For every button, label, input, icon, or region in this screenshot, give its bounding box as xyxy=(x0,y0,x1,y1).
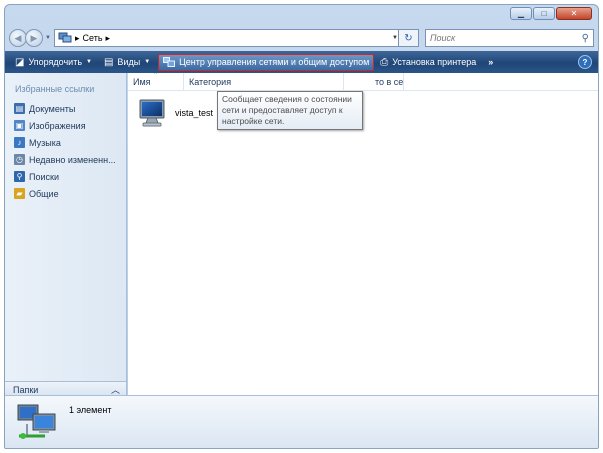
address-bar[interactable]: ▸ Сеть ▸ ▼ xyxy=(53,29,399,47)
printer-icon: ⎙ xyxy=(380,56,389,68)
sidebar-item-documents[interactable]: ▤ Документы xyxy=(5,100,126,117)
column-header-category[interactable]: Категория xyxy=(184,73,344,91)
refresh-icon: ↻ xyxy=(404,32,413,44)
help-button[interactable]: ? xyxy=(578,55,592,69)
address-row: ◀ ▶ ▼ ▸ Сеть ▸ ▼ ↻ ⚲ xyxy=(9,27,594,49)
sidebar-item-searches[interactable]: ⚲ Поиски xyxy=(5,168,126,185)
column-header-name[interactable]: Имя ^ xyxy=(128,73,184,91)
recent-icon: ◷ xyxy=(14,154,25,165)
favorite-links-heading: Избранные ссылки xyxy=(15,84,95,94)
dropdown-arrow-icon: ▼ xyxy=(86,59,92,65)
views-button[interactable]: ▤ Виды ▼ xyxy=(98,51,156,73)
network-center-icon xyxy=(163,57,176,67)
details-pane: 1 элемент xyxy=(5,395,598,448)
sidebar-item-recently-changed[interactable]: ◷ Недавно измененн... xyxy=(5,151,126,168)
views-icon: ▤ xyxy=(103,56,114,68)
column-header-row: Имя ^ Категория то в сети xyxy=(128,73,598,91)
music-icon: ♪ xyxy=(14,137,25,148)
navigation-pane: Избранные ссылки ▤ Документы ▣ Изображен… xyxy=(5,73,127,397)
breadcrumb-separator-icon: ▸ xyxy=(74,32,80,43)
column-header-workgroup[interactable]: то в сети xyxy=(344,73,404,91)
recent-pages-dropdown[interactable]: ▼ xyxy=(45,35,51,41)
close-button[interactable]: ✕ xyxy=(556,7,592,20)
folders-label: Папки xyxy=(13,384,39,395)
item-count: 1 элемент xyxy=(69,405,112,415)
address-dropdown-icon[interactable]: ▼ xyxy=(392,35,398,41)
explorer-window: ▁ □ ✕ ◀ ▶ ▼ ▸ Сеть ▸ ▼ ↻ ⚲ ◪ Упорядочить… xyxy=(4,4,599,449)
forward-arrow-icon: ▶ xyxy=(30,32,38,43)
network-center-tooltip: Сообщает сведения о состоянии сети и пре… xyxy=(217,91,363,130)
network-computer-item[interactable]: vista_test xyxy=(137,98,213,128)
sidebar-item-public[interactable]: ▰ Общие xyxy=(5,185,126,202)
maximize-button[interactable]: □ xyxy=(533,7,555,20)
organize-icon: ◪ xyxy=(15,56,25,68)
breadcrumb-network[interactable]: Сеть xyxy=(82,33,102,43)
back-arrow-icon: ◀ xyxy=(14,32,22,43)
favorite-links-list: ▤ Документы ▣ Изображения ♪ Музыка ◷ Нед… xyxy=(5,100,126,202)
network-small-icon xyxy=(58,32,72,43)
network-icon xyxy=(17,404,56,439)
content-pane: Имя ^ Категория то в сети xyxy=(128,73,598,397)
refresh-button[interactable]: ↻ xyxy=(398,29,419,47)
documents-icon: ▤ xyxy=(14,103,25,114)
search-box[interactable]: ⚲ xyxy=(424,29,594,47)
breadcrumb-separator-icon: ▸ xyxy=(105,32,111,43)
sidebar-item-music[interactable]: ♪ Музыка xyxy=(5,134,126,151)
dropdown-arrow-icon: ▼ xyxy=(144,59,151,65)
organize-button[interactable]: ◪ Упорядочить ▼ xyxy=(9,51,98,73)
window-controls: ▁ □ ✕ xyxy=(510,7,592,20)
computer-icon xyxy=(139,99,165,127)
network-sharing-center-button[interactable]: Центр управления сетями и общим доступом xyxy=(158,53,375,71)
search-input[interactable] xyxy=(429,33,582,43)
minimize-button[interactable]: ▁ xyxy=(510,7,532,20)
sidebar-item-pictures[interactable]: ▣ Изображения xyxy=(5,117,126,134)
pictures-icon: ▣ xyxy=(14,120,25,131)
more-commands-button[interactable]: » xyxy=(482,51,499,73)
item-name: vista_test xyxy=(175,108,214,118)
sort-caret-icon: ^ xyxy=(154,73,157,78)
add-printer-button[interactable]: ⎙ Установка принтера xyxy=(374,51,482,73)
search-icon[interactable]: ⚲ xyxy=(582,33,589,44)
command-bar: ◪ Упорядочить ▼ ▤ Виды ▼ Центр управлени… xyxy=(5,51,598,73)
forward-button[interactable]: ▶ xyxy=(25,29,43,47)
searches-icon: ⚲ xyxy=(14,171,25,182)
public-folder-icon: ▰ xyxy=(14,188,25,199)
